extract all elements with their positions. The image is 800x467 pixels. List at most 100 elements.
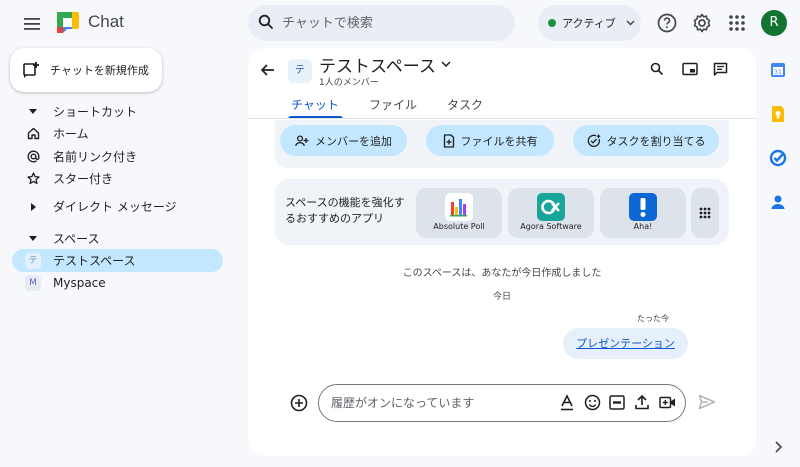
gif-icon[interactable]: [609, 394, 625, 411]
app-title: Chat: [88, 12, 124, 31]
emoji-icon[interactable]: [584, 394, 601, 411]
svg-text:31: 31: [774, 69, 782, 76]
caret-down-icon: [29, 109, 37, 114]
gear-icon: [690, 11, 714, 35]
hamburger-icon: [24, 18, 40, 30]
space-avatar: M: [25, 274, 41, 291]
dm-header: ダイレクト メッセージ: [53, 200, 177, 214]
upload-icon[interactable]: [634, 394, 650, 411]
sidebar-item-myspace[interactable]: M Myspace: [12, 271, 223, 294]
search-in-space-button[interactable]: [650, 62, 664, 76]
spaces-section-toggle[interactable]: スペース: [12, 227, 223, 250]
apps-grid-icon: [698, 206, 712, 220]
status-label: アクティブ: [562, 17, 616, 30]
app-name: Agora Software: [520, 222, 582, 231]
video-meeting-icon[interactable]: [659, 394, 676, 411]
back-button[interactable]: [260, 62, 276, 78]
chat-logo-icon[interactable]: [55, 10, 81, 36]
divider: [248, 118, 756, 119]
account-avatar[interactable]: R: [761, 10, 787, 36]
apps-grid-icon: [725, 11, 749, 35]
picture-in-picture-icon: [682, 62, 698, 76]
direct-messages-section-toggle[interactable]: ダイレクト メッセージ: [12, 195, 223, 218]
message-bubble[interactable]: プレゼンテーション: [563, 328, 688, 359]
add-attachment-button[interactable]: [290, 394, 308, 412]
space-panel: テ テストスペース 1人のメンバー チャット ファイル タスク メンバーを追加: [248, 48, 756, 456]
shortcuts-section-toggle[interactable]: ショートカット: [12, 100, 223, 123]
keep-icon[interactable]: [768, 104, 788, 124]
main-menu-button[interactable]: [18, 10, 46, 38]
search-icon[interactable]: [258, 14, 274, 30]
search-bar[interactable]: [248, 5, 515, 41]
chevron-right-icon[interactable]: [768, 437, 788, 457]
message-input[interactable]: [331, 385, 546, 421]
send-icon: [698, 394, 716, 410]
threads-icon: [713, 62, 728, 77]
calendar-icon[interactable]: 31: [768, 60, 788, 80]
sidebar-item-label: スター付き: [53, 172, 114, 186]
status-dropdown[interactable]: アクティブ: [538, 5, 641, 41]
sidebar-item-label: Myspace: [53, 275, 106, 290]
star-icon: [24, 172, 42, 185]
recommended-apps-card: スペースの機能を強化するおすすめのアプリ Absolute Poll Agora…: [275, 179, 729, 245]
app-name: Absolute Poll: [433, 222, 485, 231]
assign-task-button[interactable]: タスクを割り当てる: [573, 125, 719, 156]
file-add-icon: [443, 133, 455, 148]
agora-logo-icon: [537, 193, 565, 221]
caret-down-icon: [29, 236, 37, 241]
at-icon: [24, 150, 42, 163]
app-tile-absolute-poll[interactable]: Absolute Poll: [416, 188, 502, 238]
space-avatar: テ: [25, 252, 41, 269]
chevron-down-icon[interactable]: [441, 61, 451, 67]
action-label: ファイルを共有: [460, 134, 538, 148]
help-button[interactable]: [655, 11, 679, 35]
action-label: メンバーを追加: [315, 134, 392, 148]
new-chat-icon: [22, 61, 40, 79]
sidebar-item-test-space[interactable]: テ テストスペース: [12, 249, 223, 272]
date-divider: 今日: [492, 292, 511, 302]
new-chat-button[interactable]: チャットを新規作成: [10, 48, 162, 92]
spaces-header: スペース: [53, 232, 100, 246]
message-composer: [318, 384, 686, 422]
more-apps-button[interactable]: [691, 188, 719, 238]
tasks-icon[interactable]: [768, 148, 788, 168]
google-apps-button[interactable]: [725, 11, 749, 35]
add-members-button[interactable]: メンバーを追加: [280, 125, 407, 156]
new-chat-label: チャットを新規作成: [50, 64, 149, 77]
member-count[interactable]: 1人のメンバー: [319, 75, 379, 88]
send-button[interactable]: [698, 394, 716, 410]
settings-button[interactable]: [690, 11, 714, 35]
arrow-back-icon: [260, 62, 276, 78]
contacts-icon[interactable]: [768, 192, 788, 212]
aha-logo-icon: [629, 193, 657, 221]
help-icon: [655, 11, 679, 35]
shortcuts-header: ショートカット: [53, 105, 138, 119]
space-title[interactable]: テストスペース: [319, 52, 436, 77]
tab-tasks[interactable]: タスク: [447, 96, 483, 113]
status-dot-icon: [548, 19, 556, 27]
caret-right-icon: [30, 202, 36, 211]
tab-chat[interactable]: チャット: [291, 96, 339, 113]
open-in-popup-button[interactable]: [682, 62, 698, 76]
space-created-notice: このスペースは、あなたが今日作成しました: [402, 268, 602, 279]
recommended-apps-text: スペースの機能を強化するおすすめのアプリ: [285, 196, 405, 225]
threads-button[interactable]: [713, 62, 728, 77]
add-circle-icon: [290, 394, 308, 412]
sidebar-item-home[interactable]: ホーム: [12, 122, 223, 145]
absolute-poll-logo-icon: [445, 193, 473, 221]
search-input[interactable]: [282, 5, 507, 41]
sidebar-item-label: ホーム: [53, 127, 89, 141]
text-format-icon[interactable]: [559, 394, 575, 412]
tab-files[interactable]: ファイル: [369, 96, 417, 113]
app-tile-aha[interactable]: Aha!: [600, 188, 686, 238]
sidebar-item-mentions[interactable]: 名前リンク付き: [12, 145, 223, 168]
search-icon: [650, 62, 664, 76]
share-file-button[interactable]: ファイルを共有: [426, 125, 554, 156]
app-name: Aha!: [633, 222, 653, 231]
add-person-icon: [295, 134, 309, 147]
home-icon: [24, 127, 42, 140]
app-tile-agora-software[interactable]: Agora Software: [508, 188, 594, 238]
sidebar-item-starred[interactable]: スター付き: [12, 167, 223, 190]
action-label: タスクを割り当てる: [606, 134, 706, 148]
chevron-down-icon: [626, 20, 635, 26]
